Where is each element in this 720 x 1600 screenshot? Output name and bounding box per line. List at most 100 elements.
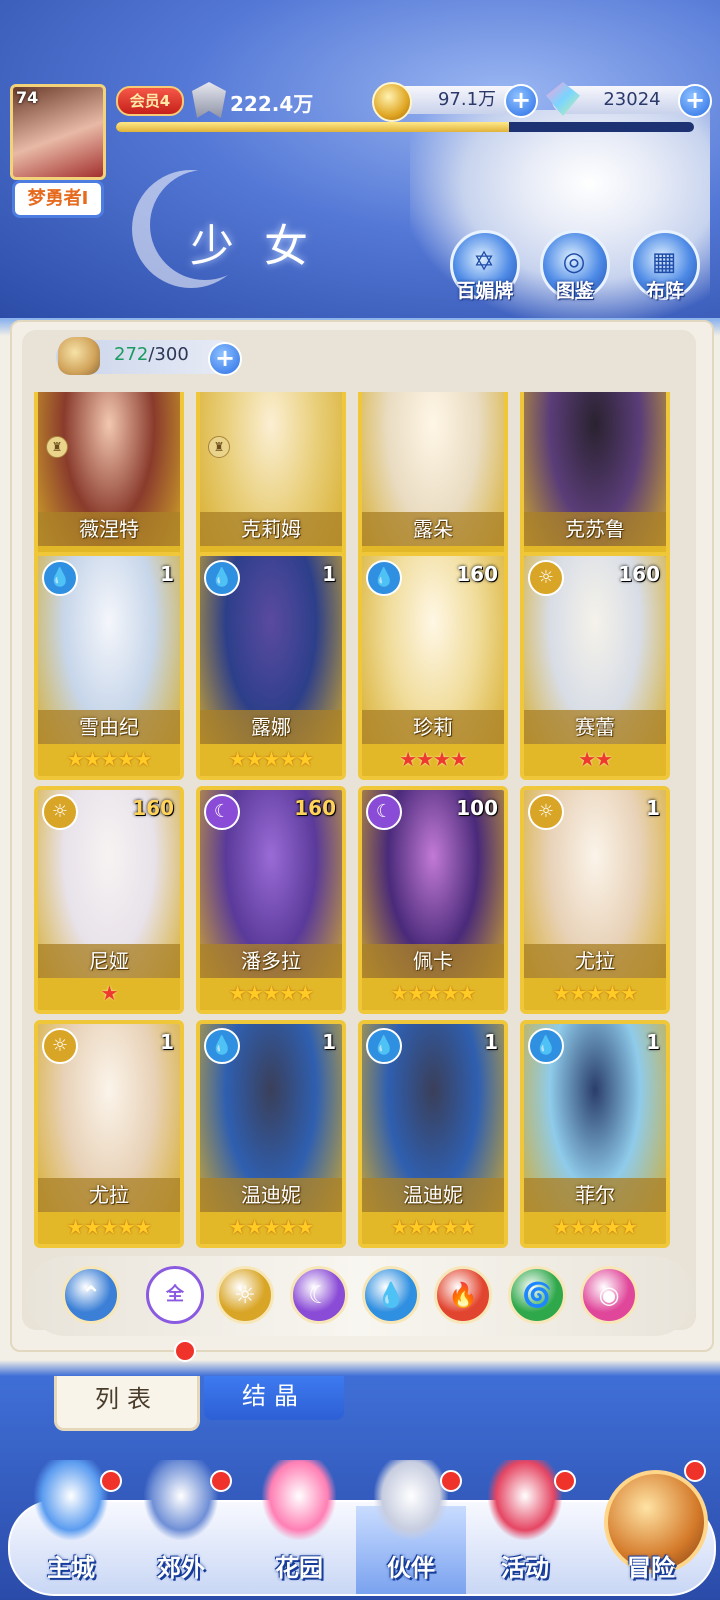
- character-name: 潘多拉: [241, 949, 301, 973]
- star-icon: ★: [245, 1215, 264, 1239]
- star-rating: ★★★★★: [38, 1212, 180, 1244]
- character-name: 尼娅: [89, 949, 129, 973]
- capacity-icon: [58, 337, 100, 375]
- castle-icon: [34, 1460, 108, 1540]
- character-name: 菲尔: [575, 1183, 615, 1207]
- nav-outskirts[interactable]: 郊外: [126, 1456, 236, 1596]
- filter-collapse-button[interactable]: ⌃: [62, 1266, 120, 1324]
- star-icon: ★: [66, 747, 85, 771]
- water-element-icon: 💧: [42, 560, 78, 596]
- notification-badge: [440, 1470, 462, 1492]
- star-icon: ★: [296, 747, 314, 771]
- add-gems-button[interactable]: +: [678, 84, 712, 118]
- star-icon: ★: [620, 981, 638, 1005]
- grid-icon: ▦: [651, 247, 677, 277]
- player-name[interactable]: 梦勇者I: [12, 180, 104, 218]
- star-icon: ★: [262, 981, 281, 1005]
- header-banner: [0, 0, 720, 318]
- nav-label: 郊外: [157, 1554, 205, 1582]
- star-icon: ★: [117, 747, 135, 771]
- character-card[interactable]: 💧 1 露娜 ★★★★★: [196, 552, 346, 780]
- character-name: 珍莉: [413, 715, 453, 739]
- filter-psychic-button[interactable]: ◉: [580, 1266, 638, 1324]
- star-icon: ★: [586, 1215, 605, 1239]
- character-card[interactable]: ☾ 100 佩卡 ★★★★★: [358, 786, 508, 1014]
- nav-events[interactable]: 活动: [470, 1456, 580, 1596]
- filter-water-button[interactable]: 💧: [362, 1266, 420, 1324]
- star-icon: ★: [390, 1215, 409, 1239]
- star-icon: ★: [134, 747, 152, 771]
- star-icon: ★: [578, 747, 596, 771]
- filter-fire-button[interactable]: 🔥: [434, 1266, 492, 1324]
- star-icon: ★: [228, 747, 247, 771]
- star-icon: ★: [552, 1215, 571, 1239]
- nav-partners[interactable]: 伙伴: [356, 1456, 466, 1596]
- star-icon: ★: [603, 1215, 621, 1239]
- character-level: 100: [456, 796, 498, 820]
- star-icon: ★: [245, 747, 264, 771]
- character-card[interactable]: 💧 1 雪由纪 ★★★★★: [34, 552, 184, 780]
- water-element-icon: 💧: [528, 1028, 564, 1064]
- light-element-icon: ☼: [528, 560, 564, 596]
- portal-icon: [144, 1460, 218, 1540]
- nav-garden[interactable]: 花园: [244, 1456, 354, 1596]
- notification-badge: [554, 1470, 576, 1492]
- star-icon: ★: [441, 1215, 459, 1239]
- filter-all-button[interactable]: 全: [146, 1266, 204, 1324]
- character-level: 160: [618, 562, 660, 586]
- tab-crystal[interactable]: 结晶: [204, 1376, 344, 1420]
- star-icon: ★: [569, 1215, 588, 1239]
- add-coins-button[interactable]: +: [504, 84, 538, 118]
- filter-wind-button[interactable]: 🌀: [508, 1266, 566, 1324]
- star-icon: ★: [441, 981, 459, 1005]
- character-card[interactable]: ☼ 1 尤拉 ★★★★★: [520, 786, 670, 1014]
- filter-moon-button[interactable]: ☾: [290, 1266, 348, 1324]
- character-level: 1: [646, 796, 660, 820]
- star-rating: ★★★★★: [200, 1212, 342, 1244]
- capacity-text: 272/300: [114, 344, 189, 365]
- character-card[interactable]: ☼ 160 尼娅 ★: [34, 786, 184, 1014]
- character-name: 温迪妮: [241, 1183, 301, 1207]
- character-card[interactable]: 💧 1 温迪妮 ★★★★★: [358, 1020, 508, 1248]
- filter-light-button[interactable]: ☼: [216, 1266, 274, 1324]
- character-card[interactable]: ☾ 160 潘多拉 ★★★★★: [196, 786, 346, 1014]
- character-name: 佩卡: [413, 949, 453, 973]
- star-icon: ★: [262, 1215, 281, 1239]
- character-card[interactable]: 💧 1 菲尔 ★★★★★: [520, 1020, 670, 1248]
- expand-capacity-button[interactable]: +: [208, 342, 242, 376]
- character-name: 露朵: [413, 517, 453, 541]
- character-card[interactable]: 💧 160 珍莉 ★★★★: [358, 552, 508, 780]
- star-icon: ★: [228, 981, 247, 1005]
- character-card[interactable]: ☼ 160 赛蕾 ★★: [520, 552, 670, 780]
- moon-element-icon: ☾: [204, 794, 240, 830]
- tab-list-badge: [174, 1340, 196, 1362]
- vip-badge[interactable]: 会员4: [116, 86, 184, 116]
- capacity-max: /300: [148, 344, 189, 365]
- star-icon: ★: [245, 981, 264, 1005]
- character-name: 露娜: [251, 715, 291, 739]
- star-icon: ★: [399, 747, 417, 771]
- star-icon: ★: [100, 981, 119, 1005]
- character-level: 160: [456, 562, 498, 586]
- nav-label: 活动: [501, 1554, 549, 1582]
- coin-value: 97.1万: [437, 89, 497, 110]
- star-icon: ★: [458, 1215, 476, 1239]
- star-icon: ★: [117, 1215, 135, 1239]
- character-card[interactable]: ☼ 1 尤拉 ★★★★★: [34, 1020, 184, 1248]
- player-avatar[interactable]: 74: [10, 84, 106, 180]
- star-icon: ★: [83, 1215, 102, 1239]
- water-element-icon: 💧: [204, 560, 240, 596]
- tab-list[interactable]: 列表: [54, 1376, 200, 1431]
- star-icon: ★: [424, 1215, 443, 1239]
- star-rating: ★★★★★: [524, 978, 666, 1010]
- star-icon: ★: [228, 1215, 247, 1239]
- gallery-label: 图鉴: [555, 280, 594, 302]
- character-card[interactable]: 💧 1 温迪妮 ★★★★★: [196, 1020, 346, 1248]
- page-title: 少女: [190, 221, 338, 272]
- nav-main-city[interactable]: 主城: [16, 1456, 126, 1596]
- player-level: 74: [16, 88, 39, 107]
- character-level: 1: [646, 1030, 660, 1054]
- exp-bar: [116, 122, 694, 132]
- coin-icon: [372, 82, 412, 122]
- character-name: 尤拉: [575, 949, 615, 973]
